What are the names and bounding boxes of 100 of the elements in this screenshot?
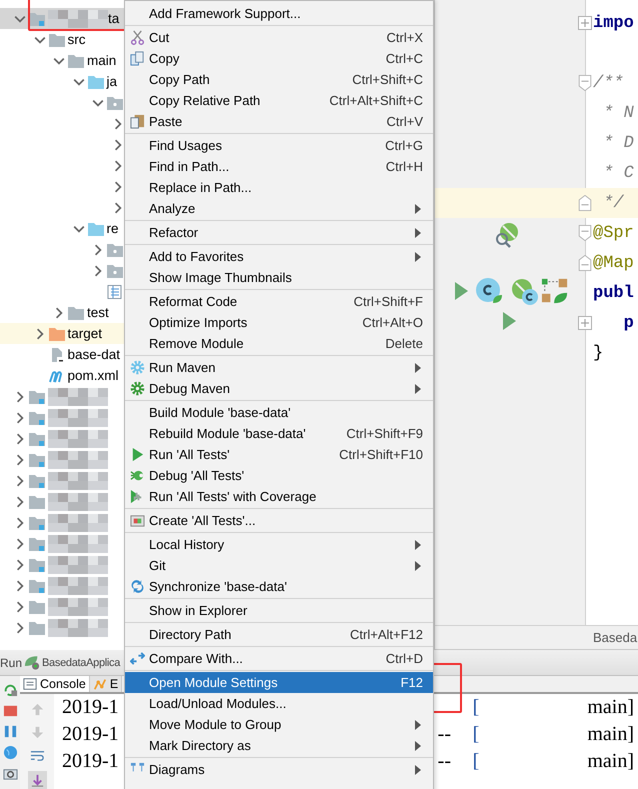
menu-item[interactable]: Optimize Imports Ctrl+Alt+O bbox=[125, 312, 433, 333]
menu-item[interactable]: Diagrams bbox=[125, 759, 433, 780]
console-icon bbox=[23, 677, 37, 691]
folder-icon bbox=[48, 32, 64, 46]
menu-item[interactable]: Debug Maven bbox=[125, 378, 433, 399]
tree-item-label[interactable]: base-dat bbox=[68, 347, 120, 362]
log-timestamp: 2019-1 bbox=[62, 723, 119, 746]
log-separator: -- bbox=[438, 750, 451, 772]
menu-item[interactable]: Copy Path Ctrl+Shift+C bbox=[125, 69, 433, 90]
menu-item[interactable]: Rebuild Module 'base-data' Ctrl+Shift+F9 bbox=[125, 423, 433, 444]
menu-item[interactable]: Add Framework Support... bbox=[125, 3, 433, 24]
folder-icon bbox=[48, 326, 64, 340]
console-tab[interactable]: E bbox=[90, 676, 122, 692]
menu-item[interactable]: Git bbox=[125, 555, 433, 576]
test-icon bbox=[130, 512, 144, 528]
run-configuration-tab[interactable]: BasedataApplica bbox=[42, 656, 120, 668]
fold-plus-icon[interactable] bbox=[578, 315, 592, 331]
menu-item[interactable]: Run 'All Tests' Ctrl+Shift+F10 bbox=[125, 444, 433, 465]
log-thread: main] bbox=[587, 750, 634, 773]
chevron-right-icon[interactable] bbox=[14, 622, 26, 634]
scroll-to-end-icon[interactable] bbox=[28, 771, 46, 789]
bean-search-icon[interactable] bbox=[493, 221, 521, 249]
menu-item[interactable]: Directory Path Ctrl+Alt+F12 bbox=[125, 624, 433, 645]
soft-wrap-icon[interactable] bbox=[30, 748, 44, 763]
gear-icon bbox=[130, 360, 144, 374]
folder-icon bbox=[29, 494, 45, 508]
menu-item[interactable]: Cut Ctrl+X bbox=[125, 27, 433, 48]
log-bracket: [ bbox=[472, 750, 480, 773]
fold-plus-icon[interactable] bbox=[578, 15, 592, 31]
menu-item[interactable]: Build Module 'base-data' bbox=[125, 402, 433, 423]
copy-icon bbox=[130, 50, 144, 66]
code-line: publ bbox=[593, 284, 634, 302]
chevron-right-icon[interactable] bbox=[14, 580, 26, 592]
menu-item[interactable]: Load/Unload Modules... bbox=[125, 693, 433, 714]
chevron-right-icon[interactable] bbox=[14, 558, 26, 570]
menu-item[interactable]: Move Module to Group bbox=[125, 714, 433, 735]
console-tab[interactable]: Console bbox=[20, 676, 90, 692]
sync-icon bbox=[130, 578, 144, 594]
rerun-icon[interactable] bbox=[2, 682, 18, 697]
log-separator: -- bbox=[438, 723, 451, 745]
chevron-right-icon[interactable] bbox=[92, 264, 104, 276]
menu-item[interactable]: Show in Explorer bbox=[125, 600, 433, 621]
log-bracket: [ bbox=[472, 696, 480, 719]
menu-item[interactable]: Local History bbox=[125, 534, 433, 555]
class-icon[interactable] bbox=[475, 277, 503, 305]
chevron-right-icon[interactable] bbox=[14, 454, 26, 466]
menu-item[interactable]: Refactor bbox=[125, 222, 433, 243]
folder-icon bbox=[29, 12, 45, 26]
globe-icon[interactable] bbox=[2, 745, 18, 760]
chevron-right-icon[interactable] bbox=[14, 390, 26, 402]
chevron-right-icon[interactable] bbox=[14, 496, 26, 508]
menu-item[interactable]: Find in Path... Ctrl+H bbox=[125, 156, 433, 177]
spring-bean-class-icon[interactable] bbox=[511, 278, 539, 306]
folder-icon bbox=[29, 620, 45, 634]
paste-icon bbox=[130, 114, 144, 128]
menu-item[interactable]: Copy Ctrl+C bbox=[125, 48, 433, 69]
menu-item[interactable]: Remove Module Delete bbox=[125, 333, 433, 354]
menu-item[interactable]: Run 'All Tests' with Coverage bbox=[125, 486, 433, 507]
pause-icon[interactable] bbox=[2, 724, 18, 739]
code-line: impo bbox=[593, 14, 634, 32]
menu-item[interactable]: Mark Directory as bbox=[125, 735, 433, 756]
code-comment: * D bbox=[602, 134, 634, 152]
menu-item[interactable]: Add to Favorites bbox=[125, 246, 433, 267]
menu-item[interactable]: Debug 'All Tests' bbox=[125, 465, 433, 486]
chevron-right-icon[interactable] bbox=[92, 244, 104, 256]
chevron-right-icon[interactable] bbox=[14, 474, 26, 486]
chevron-right-icon[interactable] bbox=[14, 600, 26, 612]
tree-item-label[interactable]: main bbox=[87, 53, 116, 68]
menu-item[interactable]: Find Usages Ctrl+G bbox=[125, 135, 433, 156]
menu-item[interactable]: Compare With... Ctrl+D bbox=[125, 648, 433, 669]
tree-item-label[interactable]: pom.xml bbox=[68, 368, 119, 383]
folder-icon bbox=[29, 410, 45, 424]
chevron-right-icon[interactable] bbox=[14, 412, 26, 424]
tree-item-label[interactable]: test bbox=[87, 305, 109, 320]
scissors-icon bbox=[130, 30, 144, 44]
tree-item-label[interactable]: ja bbox=[106, 74, 118, 89]
menu-item[interactable]: Show Image Thumbnails bbox=[125, 267, 433, 288]
chevron-right-icon[interactable] bbox=[14, 516, 26, 528]
maven-file-icon bbox=[48, 368, 64, 382]
menu-item[interactable]: Open Module Settings F12 bbox=[125, 672, 433, 693]
code-brace: } bbox=[593, 344, 604, 362]
menu-item[interactable]: Replace in Path... bbox=[125, 177, 433, 198]
menu-item[interactable]: Run Maven bbox=[125, 357, 433, 378]
coverage-run-icon bbox=[130, 488, 144, 504]
menu-item[interactable]: Reformat Code Ctrl+Shift+F bbox=[125, 291, 433, 312]
folder-icon bbox=[29, 558, 45, 572]
menu-item[interactable]: Copy Relative Path Ctrl+Alt+Shift+C bbox=[125, 90, 433, 111]
tree-item-label[interactable]: src bbox=[68, 32, 86, 47]
breadcrumb[interactable]: Baseda bbox=[593, 630, 638, 645]
chevron-right-icon[interactable] bbox=[14, 538, 26, 550]
menu-item[interactable]: Paste Ctrl+V bbox=[125, 111, 433, 132]
tree-item-label[interactable]: ta bbox=[108, 11, 120, 26]
menu-item[interactable]: Create 'All Tests'... bbox=[125, 510, 433, 531]
chevron-right-icon[interactable] bbox=[53, 306, 65, 318]
tree-item-label[interactable]: re bbox=[106, 221, 119, 236]
menu-item[interactable]: Analyze bbox=[125, 198, 433, 219]
stop-icon[interactable] bbox=[2, 703, 18, 718]
gear-icon bbox=[130, 380, 144, 396]
menu-item[interactable]: Synchronize 'base-data' bbox=[125, 576, 433, 597]
chevron-right-icon[interactable] bbox=[14, 432, 26, 444]
